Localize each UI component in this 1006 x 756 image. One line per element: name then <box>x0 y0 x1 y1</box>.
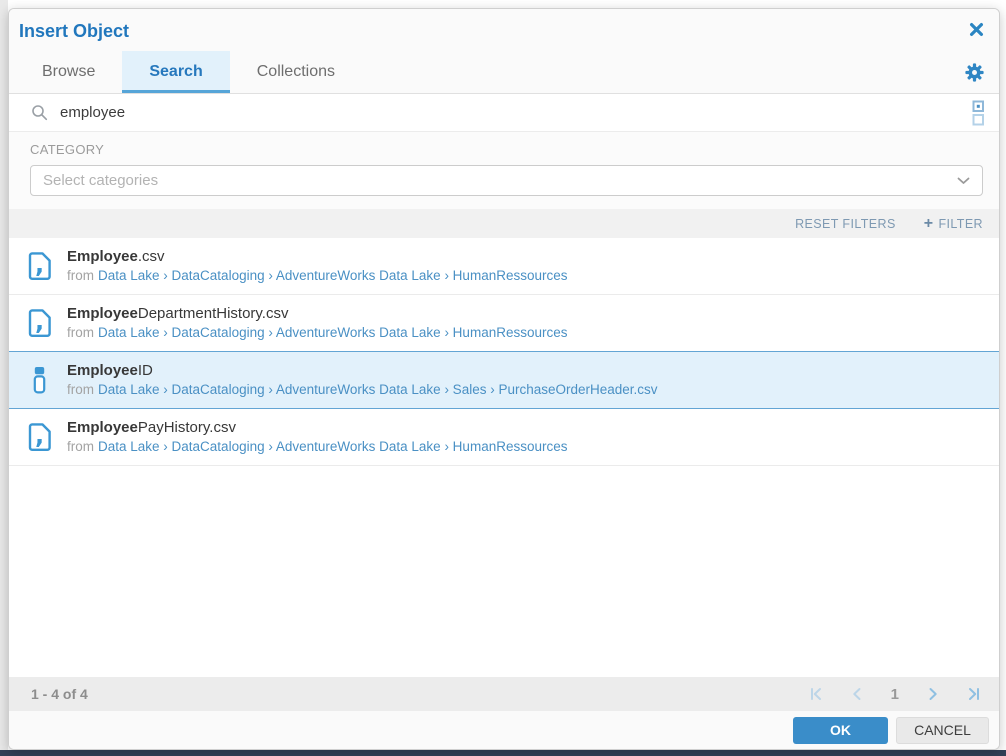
svg-text:,: , <box>35 423 44 450</box>
current-page-number: 1 <box>891 687 899 702</box>
tab-search[interactable]: Search <box>122 51 229 93</box>
category-section: CATEGORY Select categories <box>9 132 999 209</box>
result-row-employeeid[interactable]: EmployeeID fromData Lake › DataCatalogin… <box>9 351 999 409</box>
result-range-text: 1 - 4 of 4 <box>31 686 88 702</box>
result-path: fromData Lake › DataCataloging › Adventu… <box>67 438 567 456</box>
csv-file-icon: , <box>27 423 51 451</box>
search-input[interactable] <box>60 104 960 121</box>
dialog-header: Insert Object Browse Search Collections <box>9 9 999 94</box>
svg-text:,: , <box>35 309 44 336</box>
screen: Insert Object Browse Search Collections <box>0 0 1006 756</box>
page-behind-left-edge <box>0 0 8 756</box>
ok-button[interactable]: OK <box>793 717 888 744</box>
search-bar <box>9 94 999 132</box>
result-row-employeepayhistory-csv[interactable]: , EmployeePayHistory.csv fromData Lake ›… <box>9 409 999 466</box>
first-page-icon[interactable] <box>809 687 823 701</box>
settings-gear-icon[interactable] <box>965 63 984 82</box>
csv-file-icon: , <box>27 309 51 337</box>
search-icon <box>31 104 48 121</box>
last-page-icon[interactable] <box>967 687 981 701</box>
tab-browse[interactable]: Browse <box>15 51 122 93</box>
next-page-icon[interactable] <box>926 687 940 701</box>
result-path: fromData Lake › DataCataloging › Adventu… <box>67 267 567 285</box>
result-path: fromData Lake › DataCataloging › Adventu… <box>67 324 567 342</box>
tab-collections[interactable]: Collections <box>230 51 362 93</box>
csv-file-icon: , <box>27 252 51 280</box>
dialog-title: Insert Object <box>19 21 129 42</box>
page-behind-bottom-edge <box>0 750 1006 756</box>
close-icon[interactable] <box>969 22 984 37</box>
pagination-bar: 1 - 4 of 4 1 <box>9 677 999 711</box>
reset-filters-label: RESET FILTERS <box>795 217 896 231</box>
result-title: EmployeeID <box>67 361 658 380</box>
category-select-placeholder: Select categories <box>43 172 158 189</box>
chevron-down-icon <box>957 177 970 185</box>
category-label: CATEGORY <box>30 142 983 157</box>
dialog-footer: OK CANCEL <box>9 711 999 749</box>
result-path: fromData Lake › DataCataloging › Adventu… <box>67 381 658 399</box>
previous-page-icon[interactable] <box>850 687 864 701</box>
display-options-icon[interactable] <box>972 100 985 126</box>
add-filter-label: FILTER <box>938 217 983 231</box>
svg-text:,: , <box>35 252 44 279</box>
result-row-employeedepartmenthistory-csv[interactable]: , EmployeeDepartmentHistory.csv fromData… <box>9 295 999 352</box>
plus-icon: + <box>924 216 934 232</box>
cancel-button[interactable]: CANCEL <box>896 717 989 744</box>
column-icon <box>27 366 51 394</box>
filter-bar: RESET FILTERS + FILTER <box>9 209 999 238</box>
tab-bar: Browse Search Collections <box>9 51 999 94</box>
add-filter-link[interactable]: + FILTER <box>924 216 983 232</box>
reset-filters-link[interactable]: RESET FILTERS <box>795 217 896 231</box>
result-row-employee-csv[interactable]: , Employee.csv fromData Lake › DataCatal… <box>9 238 999 295</box>
result-title: EmployeeDepartmentHistory.csv <box>67 304 567 323</box>
result-title: Employee.csv <box>67 247 567 266</box>
insert-object-dialog: Insert Object Browse Search Collections <box>8 8 1000 750</box>
result-title: EmployeePayHistory.csv <box>67 418 567 437</box>
category-select[interactable]: Select categories <box>30 165 983 196</box>
search-results-list: , Employee.csv fromData Lake › DataCatal… <box>9 238 999 677</box>
